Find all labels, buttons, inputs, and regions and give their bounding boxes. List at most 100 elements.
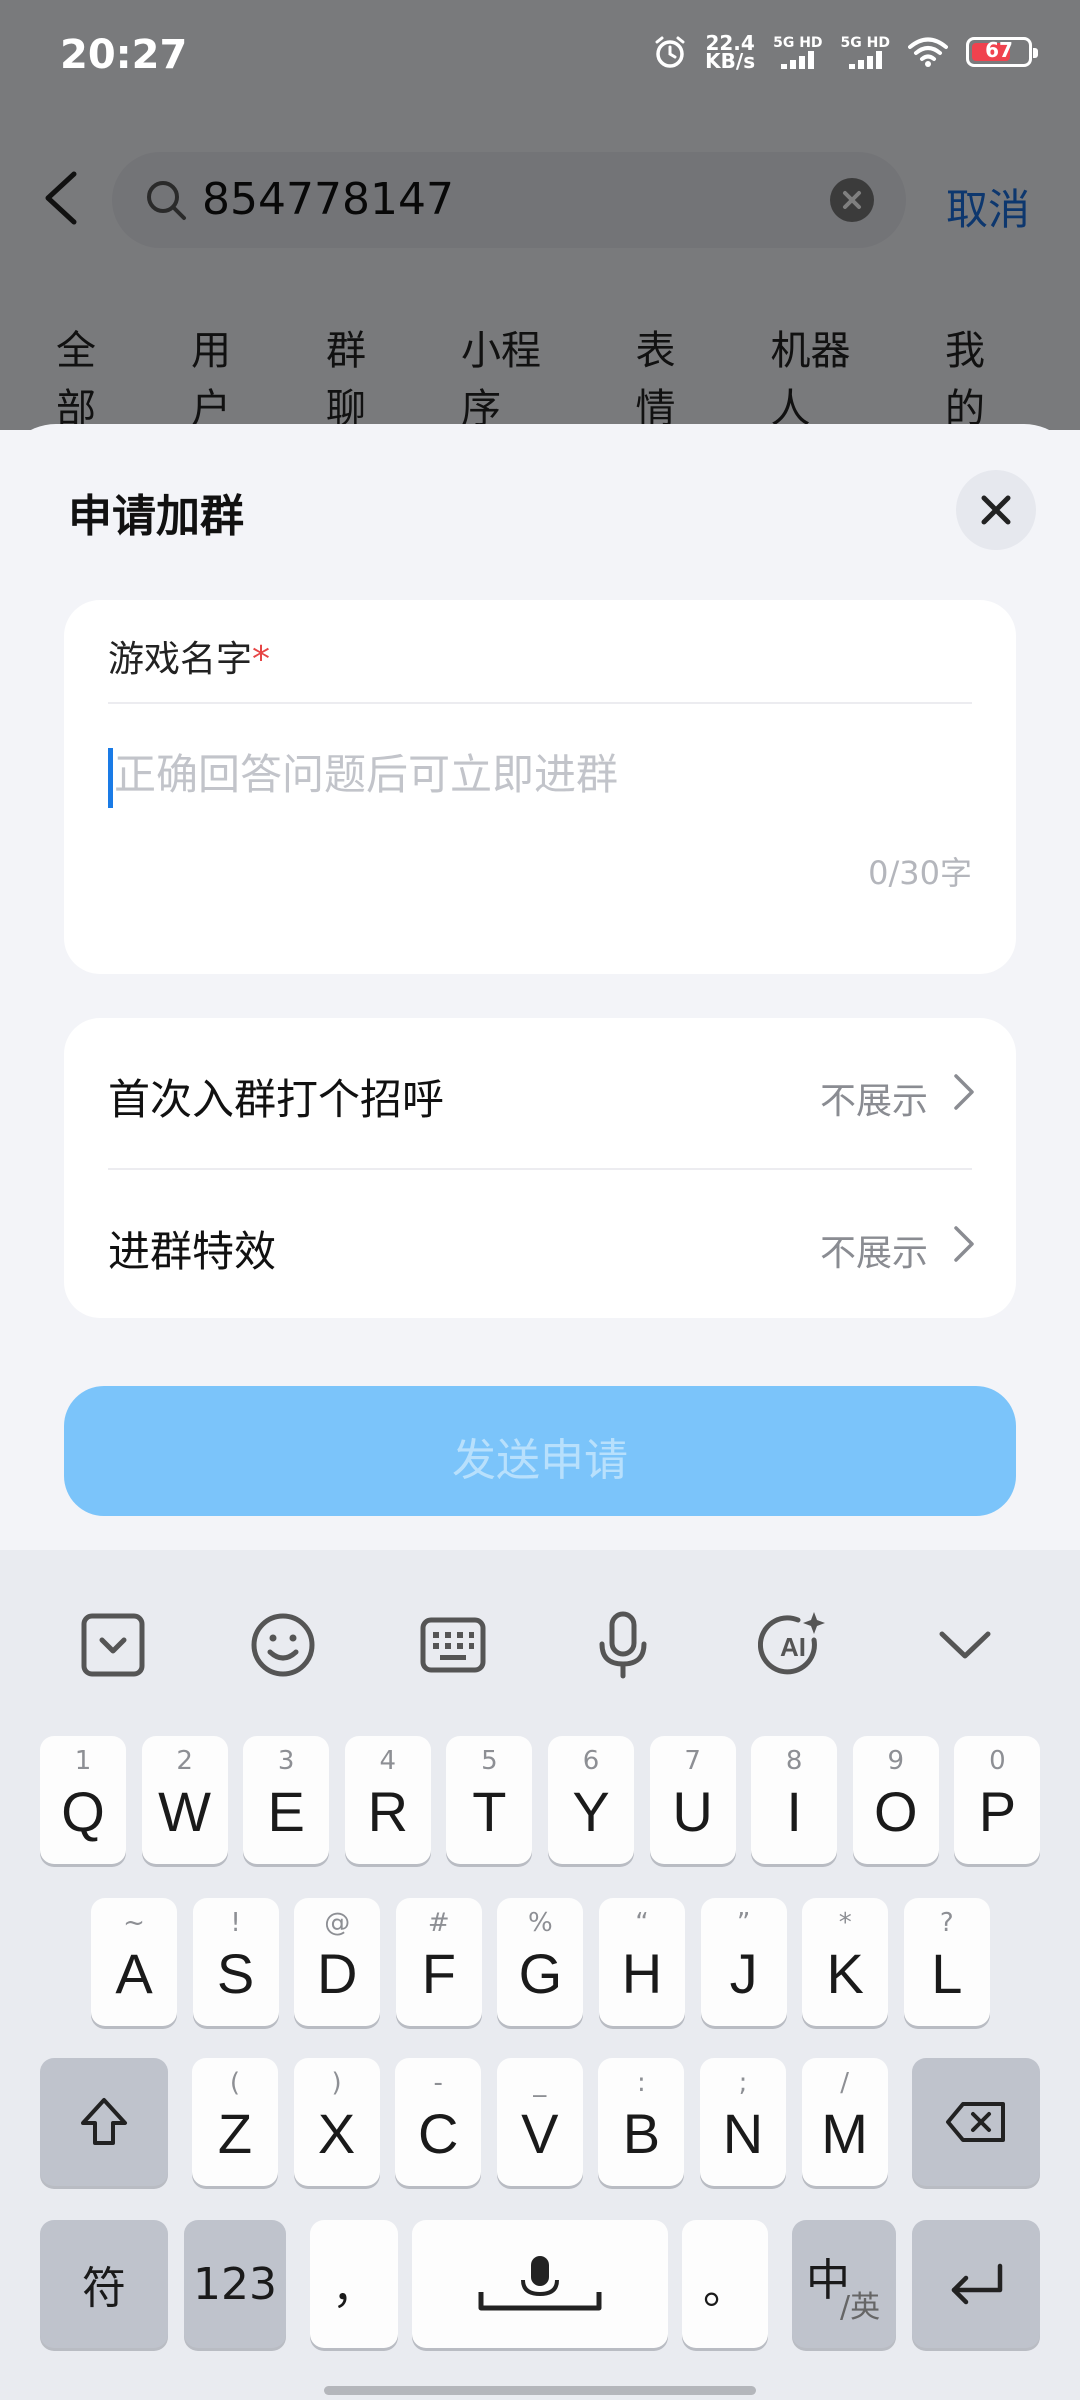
key-label: T: [472, 1779, 507, 1843]
key-a[interactable]: ~ A: [91, 1898, 177, 2026]
key-t[interactable]: 5T: [446, 1736, 533, 1864]
key-secondary-label: @: [324, 1908, 351, 1938]
key-c[interactable]: -C: [395, 2058, 482, 2186]
question-card: 游戏名字* 0/30字: [64, 600, 1016, 974]
key-label: U: [672, 1779, 713, 1843]
key-label: O: [874, 1779, 918, 1843]
sheet-title: 申请加群: [68, 491, 244, 542]
question-label: 游戏名字*: [108, 639, 271, 680]
key-label: M: [821, 2101, 868, 2165]
home-indicator[interactable]: [324, 2386, 756, 2395]
answer-input[interactable]: [108, 734, 978, 814]
key-secondary-label: ?: [939, 1908, 954, 1938]
send-request-button[interactable]: 发送申请: [64, 1386, 1016, 1516]
key-label: E: [267, 1779, 305, 1843]
number-key[interactable]: 123: [184, 2220, 286, 2348]
status-time: 20:27: [60, 32, 188, 78]
char-counter: 0/30字: [868, 854, 972, 892]
key-h[interactable]: “H: [599, 1898, 685, 2026]
enter-key[interactable]: [912, 2220, 1040, 2348]
key-label: V: [521, 2101, 559, 2165]
key-label: D: [316, 1941, 358, 2005]
battery-icon: 67: [966, 37, 1038, 67]
key-secondary-label: 7: [684, 1746, 701, 1776]
signal-sim2: 5G HD: [841, 35, 890, 69]
key-g[interactable]: % G: [497, 1898, 584, 2026]
key-v[interactable]: _ V: [496, 2058, 583, 2186]
key-r[interactable]: 4R: [344, 1736, 431, 1864]
key-secondary-label: ): [331, 2068, 342, 2098]
key-s[interactable]: ! S: [192, 1898, 279, 2026]
close-icon: [981, 495, 1011, 525]
greeting-option-row[interactable]: 首次入群打个招呼 不展示: [64, 1018, 1016, 1168]
text-cursor: [108, 748, 113, 808]
key-p[interactable]: 0P: [954, 1736, 1041, 1864]
join-effect-option-row[interactable]: 进群特效 不展示: [64, 1170, 1016, 1320]
key-secondary-label: ;: [738, 2068, 748, 2098]
network-speed: 22.4 KB/s: [705, 31, 756, 73]
key-label: C: [417, 2101, 459, 2165]
backspace-key[interactable]: [912, 2058, 1040, 2186]
join-group-sheet: 申请加群 游戏名字* 0/30字 首次入群打个招呼 不展示 进群特效 不展示: [0, 424, 1080, 1554]
key-secondary-label: 5: [481, 1746, 498, 1776]
key-e[interactable]: 3E: [243, 1736, 330, 1864]
key-j[interactable]: ” J: [700, 1898, 787, 2026]
status-bar: 20:27 22.4 KB/s 5G HD 5G HD 67: [0, 0, 1080, 120]
period-key[interactable]: 。: [682, 2220, 768, 2348]
status-icons: 22.4 KB/s 5G HD 5G HD 67: [653, 31, 1038, 73]
key-label: A: [115, 1941, 153, 2005]
key-label: F: [421, 1941, 456, 2005]
close-sheet-button[interactable]: [956, 470, 1036, 550]
key-secondary-label: *: [838, 1908, 852, 1938]
key-u[interactable]: 7U: [649, 1736, 736, 1864]
comma-key[interactable]: ，: [310, 2220, 398, 2348]
key-label: W: [158, 1779, 212, 1843]
key-z[interactable]: (Z: [192, 2058, 278, 2186]
key-secondary-label: !: [230, 1908, 241, 1938]
key-o[interactable]: 9O: [852, 1736, 939, 1864]
option-label: 首次入群打个招呼: [108, 1075, 445, 1124]
option-label: 进群特效: [108, 1227, 277, 1276]
key-secondary-label: -: [433, 2068, 443, 2098]
divider: [108, 702, 972, 704]
key-w[interactable]: 2W: [141, 1736, 228, 1864]
keyboard-keys: 1Q2W3E4R5T6Y7U8I9O0P ~ A! S @ D # F% G “H” J * K? L …: [0, 1550, 1080, 2400]
key-x[interactable]: ) X: [293, 2058, 380, 2186]
key-f[interactable]: # F: [395, 1898, 482, 2026]
key-secondary-label: 9: [887, 1746, 905, 1776]
key-secondary-label: 1: [74, 1746, 92, 1776]
key-secondary-label: (: [229, 2068, 241, 2098]
key-y[interactable]: 6Y: [548, 1736, 634, 1864]
key-m[interactable]: / M: [801, 2058, 888, 2186]
key-label: S: [216, 1941, 255, 2005]
space-key[interactable]: [412, 2220, 668, 2348]
key-d[interactable]: @ D: [294, 1898, 381, 2026]
key-label: B: [622, 2101, 661, 2165]
enter-icon: [951, 2263, 1003, 2305]
key-secondary-label: 4: [379, 1746, 397, 1776]
shift-key[interactable]: [40, 2058, 168, 2186]
key-b[interactable]: :B: [598, 2058, 685, 2186]
key-secondary-label: 3: [277, 1746, 295, 1776]
key-secondary-label: _: [533, 2068, 547, 2098]
key-label: G: [518, 1941, 563, 2005]
space-voice-icon: [478, 2256, 602, 2311]
key-secondary-label: ~: [123, 1908, 145, 1938]
key-n[interactable]: ; N: [700, 2058, 786, 2186]
symbol-key[interactable]: 符: [40, 2220, 168, 2348]
key-label: Q: [61, 1779, 105, 1843]
key-secondary-label: :: [637, 2068, 646, 2098]
key-k[interactable]: * K: [802, 1898, 889, 2026]
key-q[interactable]: 1Q: [40, 1736, 126, 1864]
key-l[interactable]: ? L: [903, 1898, 990, 2026]
chevron-right-icon: [954, 1074, 974, 1110]
key-label: H: [621, 1941, 663, 2005]
key-i[interactable]: 8I: [751, 1736, 838, 1864]
key-label: P: [978, 1779, 1017, 1843]
signal-bars-icon: [781, 51, 815, 69]
key-label: I: [786, 1779, 802, 1843]
language-toggle-key[interactable]: 中 /英: [792, 2220, 896, 2348]
option-value: 不展示: [819, 1081, 928, 1122]
alarm-icon: [655, 36, 685, 68]
key-label: N: [722, 2101, 764, 2165]
